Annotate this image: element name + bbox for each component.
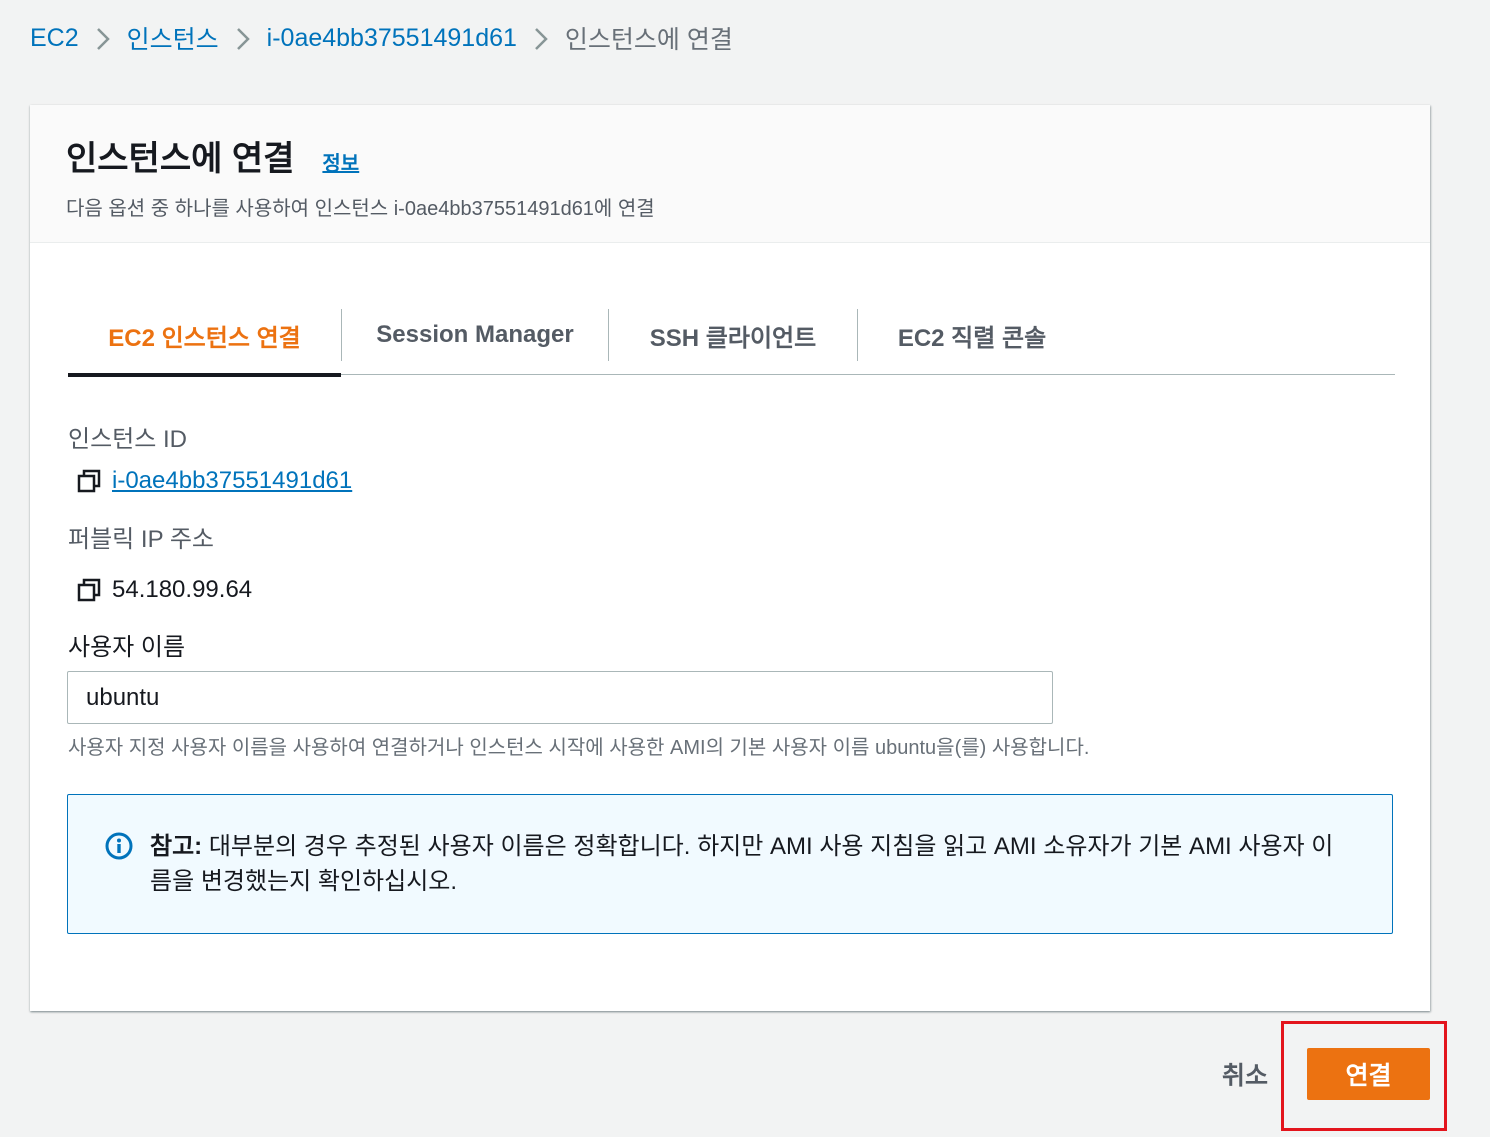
panel-description: 다음 옵션 중 하나를 사용하여 인스턴스 i-0ae4bb37551491d6… [66,198,655,220]
tab-list: EC2 인스턴스 연결 Session Manager SSH 클라이언트 EC… [68,295,1395,377]
public-ip-value: 54.180.99.64 [112,576,253,603]
info-icon [104,831,134,861]
username-hint: 사용자 지정 사용자 이름을 사용하여 연결하거나 인스턴스 시작에 사용한 A… [68,737,1090,759]
info-alert: 참고: 대부분의 경우 추정된 사용자 이름은 정확합니다. 하지만 AMI 사… [67,794,1393,934]
chevron-right-icon [219,24,267,53]
page-title: 인스턴스에 연결 [66,140,295,178]
instance-id-row: i-0ae4bb37551491d61 [76,467,352,495]
alert-prefix: 참고: [150,833,203,860]
chevron-right-icon [79,24,127,53]
tab-ec2-serial-console[interactable]: EC2 직렬 콘솔 [858,295,1086,375]
info-link[interactable]: 정보 [322,147,359,176]
breadcrumb-ec2[interactable]: EC2 [30,24,79,53]
panel-header: 인스턴스에 연결 정보 다음 옵션 중 하나를 사용하여 인스턴스 i-0ae4… [30,105,1430,243]
connect-panel: 인스턴스에 연결 정보 다음 옵션 중 하나를 사용하여 인스턴스 i-0ae4… [30,105,1430,1011]
breadcrumb-instances[interactable]: 인스턴스 [127,20,219,56]
copy-icon[interactable] [76,577,102,603]
tab-ssh-client[interactable]: SSH 클라이언트 [609,295,857,375]
username-input[interactable] [67,671,1053,724]
breadcrumb-instance-id[interactable]: i-0ae4bb37551491d61 [267,24,517,53]
chevron-right-icon [517,24,565,53]
instance-id-label: 인스턴스 ID [68,426,187,453]
username-label: 사용자 이름 [68,634,186,661]
alert-text: 참고: 대부분의 경우 추정된 사용자 이름은 정확합니다. 하지만 AMI 사… [150,829,1352,933]
cancel-button[interactable]: 취소 [1210,1050,1280,1098]
instance-id-link[interactable]: i-0ae4bb37551491d61 [112,467,352,495]
copy-icon[interactable] [76,468,102,494]
tab-session-manager[interactable]: Session Manager [342,295,608,375]
public-ip-row: 54.180.99.64 [76,576,252,604]
public-ip-label: 퍼블릭 IP 주소 [68,526,214,553]
connect-button[interactable]: 연결 [1307,1048,1430,1100]
breadcrumb-current: 인스턴스에 연결 [564,26,733,54]
alert-body: 대부분의 경우 추정된 사용자 이름은 정확합니다. 하지만 AMI 사용 지침… [150,833,1334,895]
tab-ec2-instance-connect[interactable]: EC2 인스턴스 연결 [68,295,341,377]
breadcrumb: EC2 인스턴스 i-0ae4bb37551491d61 인스턴스에 연결 [30,18,733,58]
